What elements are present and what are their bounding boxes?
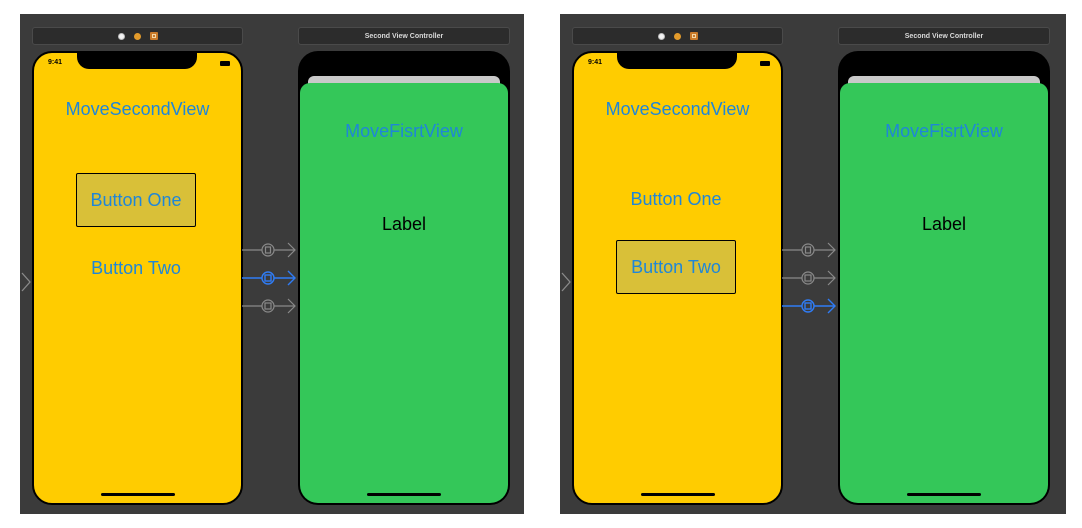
present-modally-segue-arrow[interactable] <box>242 298 296 314</box>
first-scene-dock[interactable] <box>572 27 783 45</box>
second-scene-title-bar[interactable]: Second View Controller <box>838 27 1050 45</box>
segue-arrows <box>782 242 836 314</box>
present-modally-segue-arrow[interactable] <box>782 270 836 286</box>
home-indicator <box>367 493 441 496</box>
battery-icon <box>220 61 230 66</box>
exit-icon[interactable] <box>689 32 698 40</box>
second-scene-title: Second View Controller <box>364 32 444 40</box>
label: Label <box>381 214 427 234</box>
second-view-controller-scene[interactable]: MoveFisrtView Label <box>838 51 1050 505</box>
first-responder-icon[interactable] <box>673 32 681 40</box>
move-second-view-button[interactable]: MoveSecondView <box>34 99 241 120</box>
move-first-view-button[interactable]: MoveFisrtView <box>300 121 508 142</box>
battery-icon <box>760 61 770 66</box>
view-controller-icon[interactable] <box>117 32 125 40</box>
button-one[interactable]: Button One <box>76 173 196 227</box>
first-view-controller-scene[interactable]: 9:41 MoveSecondView Button One Button Tw… <box>572 51 783 505</box>
first-scene-dock[interactable] <box>32 27 243 45</box>
second-scene-title-bar[interactable]: Second View Controller <box>298 27 510 45</box>
button-two[interactable]: Button Two <box>616 240 736 294</box>
button-two[interactable]: Button Two <box>76 241 196 295</box>
label: Label <box>921 214 967 234</box>
storyboard-canvas-right[interactable]: Second View Controller 9:41 MoveSecondVi… <box>560 14 1066 514</box>
exit-icon[interactable] <box>149 32 158 40</box>
second-view[interactable]: MoveFisrtView Label <box>840 83 1048 503</box>
first-view-controller-scene[interactable]: 9:41 MoveSecondView Button One Button Tw… <box>32 51 243 505</box>
present-modally-segue-arrow-highlighted[interactable] <box>782 298 836 314</box>
second-scene-title: Second View Controller <box>904 32 984 40</box>
device-notch <box>617 53 737 69</box>
home-indicator <box>907 493 981 496</box>
view-controller-icon[interactable] <box>657 32 665 40</box>
move-first-view-button[interactable]: MoveFisrtView <box>840 121 1048 142</box>
status-bar-time: 9:41 <box>48 59 63 66</box>
second-view[interactable]: MoveFisrtView Label <box>300 83 508 503</box>
entry-point-arrow <box>561 272 571 292</box>
status-bar-time: 9:41 <box>588 59 603 66</box>
home-indicator <box>641 493 715 496</box>
first-responder-icon[interactable] <box>133 32 141 40</box>
present-modally-segue-arrow-highlighted[interactable] <box>242 270 296 286</box>
show-segue-arrow[interactable] <box>782 242 836 258</box>
storyboard-canvas-left[interactable]: Second View Controller 9:41 MoveSecondVi… <box>20 14 524 514</box>
button-one[interactable]: Button One <box>616 172 736 226</box>
device-notch <box>77 53 197 69</box>
segue-arrows <box>242 242 296 314</box>
second-view-controller-scene[interactable]: MoveFisrtView Label <box>298 51 510 505</box>
move-second-view-button[interactable]: MoveSecondView <box>574 99 781 120</box>
entry-point-arrow <box>21 272 31 292</box>
show-segue-arrow[interactable] <box>242 242 296 258</box>
home-indicator <box>101 493 175 496</box>
